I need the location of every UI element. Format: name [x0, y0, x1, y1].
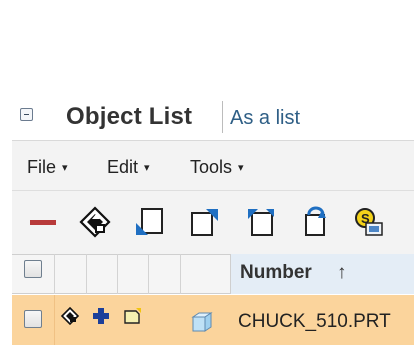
caret-down-icon: ▾: [144, 162, 150, 174]
menu-edit[interactable]: Edit ▾: [107, 155, 150, 180]
caret-down-icon: ▾: [62, 162, 68, 174]
new-folder-icon[interactable]: [122, 306, 142, 326]
column-divider: [54, 254, 55, 294]
view-mode-label[interactable]: As a list: [230, 105, 300, 131]
menu-file-label: File: [27, 157, 57, 177]
column-header-label: Number: [240, 262, 312, 283]
insert-after-icon: [191, 209, 218, 236]
column-divider: [54, 295, 55, 345]
add-icon[interactable]: [91, 306, 111, 326]
view-object-icon: [79, 206, 111, 238]
column-divider: [148, 254, 149, 294]
panel-title: Object List: [66, 103, 193, 130]
insert-child-button[interactable]: [244, 205, 278, 239]
menu-tools-label: Tools: [190, 157, 233, 177]
collapse-toggle-icon[interactable]: [20, 108, 33, 121]
menu-tools[interactable]: Tools ▾: [190, 155, 244, 180]
row-number-cell[interactable]: CHUCK_510.PRT: [238, 311, 391, 333]
sort-ascending-icon: ↑: [337, 262, 347, 283]
column-divider: [180, 254, 181, 294]
refresh-button[interactable]: [298, 205, 332, 239]
insert-before-button[interactable]: [132, 205, 166, 239]
workspace-button[interactable]: S: [352, 205, 386, 239]
insert-before-icon: [136, 208, 163, 235]
part-cube-icon: [191, 312, 213, 332]
menu-divider: [12, 190, 414, 191]
menu-edit-label: Edit: [107, 157, 139, 177]
select-all-checkbox[interactable]: [24, 260, 42, 278]
object-info-icon[interactable]: [60, 306, 80, 326]
refresh-icon: [305, 206, 326, 236]
column-divider: [86, 254, 87, 294]
insert-after-button[interactable]: [188, 205, 222, 239]
remove-icon: [30, 220, 56, 225]
workspace-icon: S: [355, 208, 383, 236]
remove-button[interactable]: [26, 205, 60, 239]
row-select-checkbox[interactable]: [24, 310, 42, 328]
view-object-button[interactable]: [78, 205, 112, 239]
column-header-number[interactable]: Number ↑: [230, 254, 414, 294]
insert-child-icon: [248, 209, 274, 236]
caret-down-icon: ▾: [238, 162, 244, 174]
title-divider: [222, 101, 223, 133]
column-divider: [117, 254, 118, 294]
menu-file[interactable]: File ▾: [27, 155, 68, 180]
